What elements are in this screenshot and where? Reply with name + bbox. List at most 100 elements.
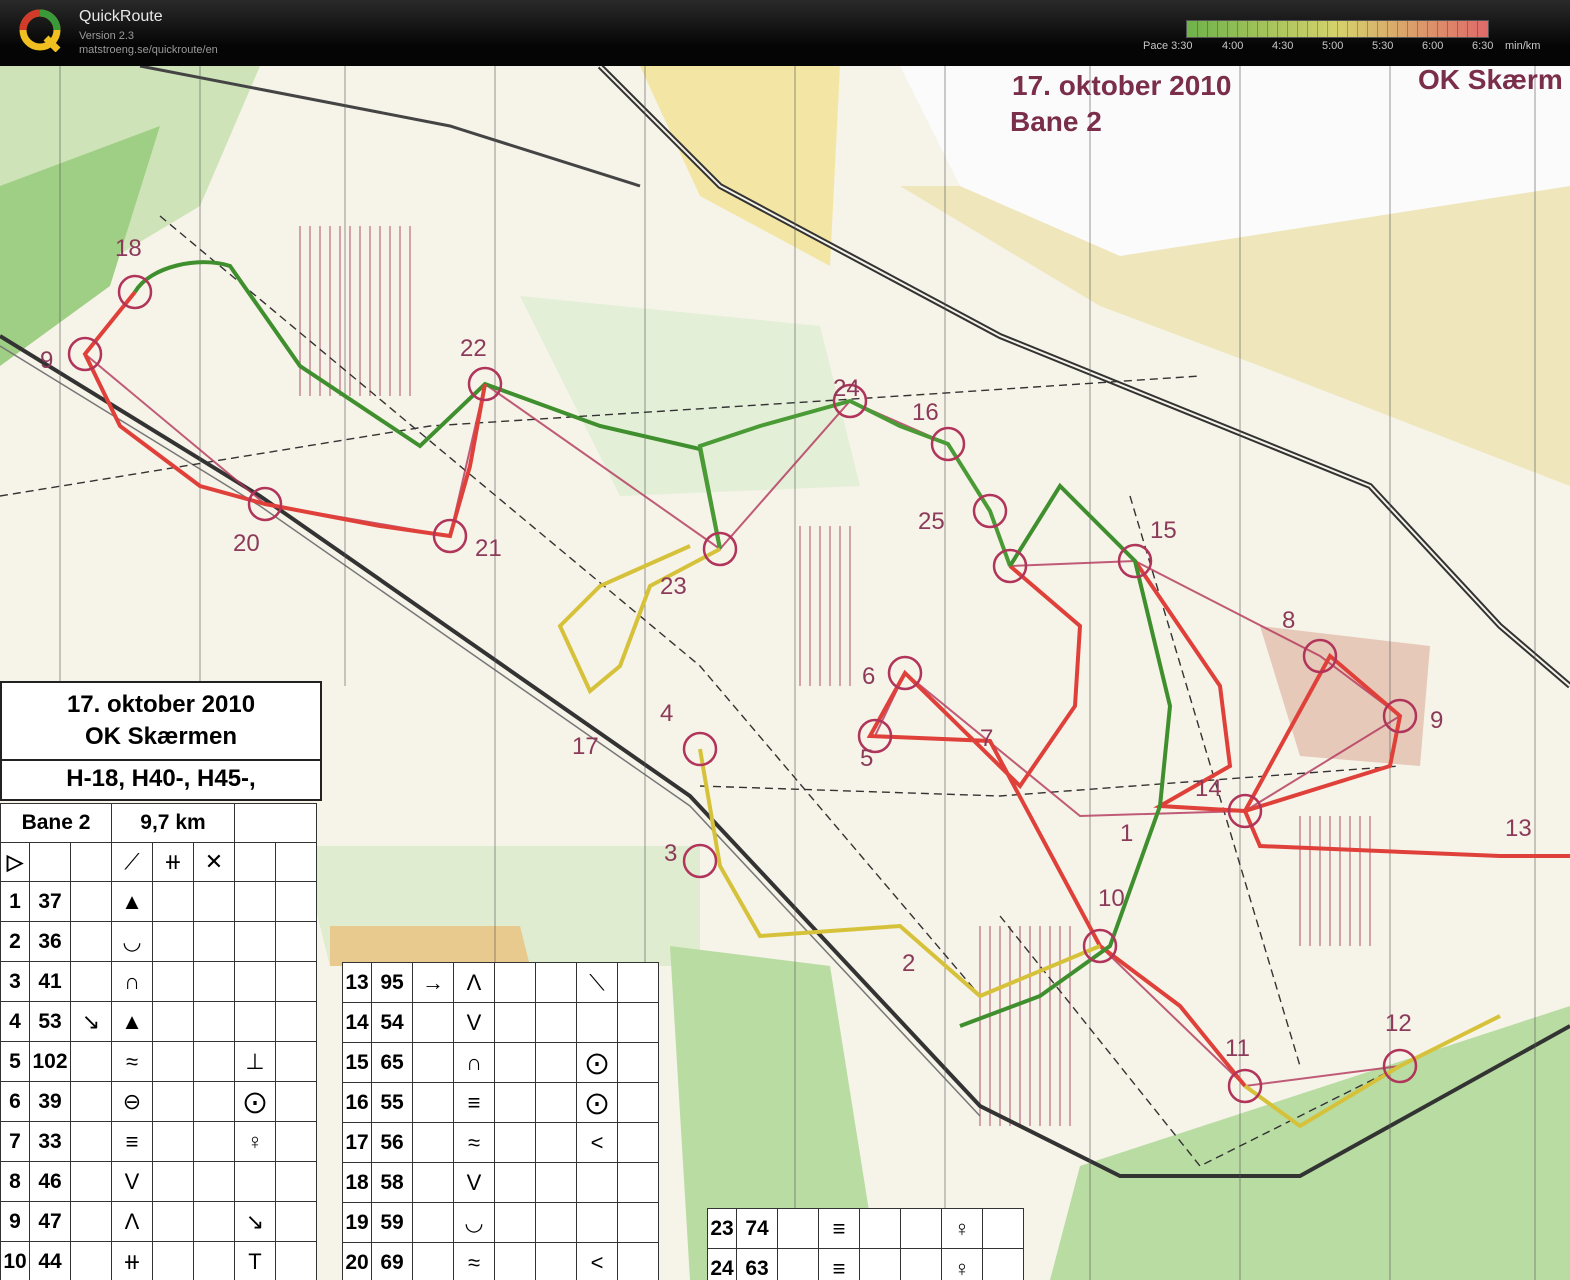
empty-cell [275,921,317,962]
orienteering-map[interactable]: 18 9 22 24 16 20 21 23 25 15 8 6 5 4 17 … [0,66,1570,1280]
pace-scale-divider [1407,21,1408,37]
control-number: 9 [1430,707,1443,734]
empty-cell [617,962,659,1003]
empty-cell [193,881,235,922]
control-code: 63 [736,1248,778,1280]
empty-cell [900,1208,942,1249]
event-classes: H-18, H40-, H45-, [2,759,320,795]
empty-cell [275,1201,317,1242]
control-feature-symbol: ≈ [111,1041,153,1082]
pace-scale-divider [1297,21,1298,37]
control-code: 47 [29,1201,71,1242]
empty-cell [535,1042,577,1083]
control-number: 1 [1120,820,1133,847]
pace-scale-divider [1417,21,1418,37]
pace-label: 4:00 [1222,40,1244,52]
pace-color-scale [1186,20,1489,38]
control-feature-symbol: ∩ [453,1042,495,1083]
control-order: 9 [0,1201,30,1242]
empty-cell [494,1202,536,1243]
empty-cell [152,1161,194,1202]
control-order: 15 [342,1042,372,1083]
control-feature-symbol: ▲ [111,881,153,922]
empty-cell [152,1041,194,1082]
event-info-card: 17. oktober 2010 OK Skærmen H-18, H40-, … [0,681,322,801]
empty-cell [275,1081,317,1122]
start-triangle-icon: ▷ [0,842,30,882]
control-code: 102 [29,1041,71,1082]
empty-cell [494,1162,536,1203]
pace-label: 5:30 [1372,40,1394,52]
control-code: 39 [29,1081,71,1122]
control-number: 6 [862,663,875,690]
pace-scale-divider [1277,21,1278,37]
empty-cell [617,1002,659,1043]
control-direction [70,1121,112,1162]
control-feature-symbol: ≡ [111,1121,153,1162]
empty-cell [494,962,536,1003]
control-code: 36 [29,921,71,962]
pace-scale-divider [1447,21,1448,37]
control-location-symbol [234,1161,276,1202]
control-number: 8 [1282,607,1295,634]
control-code: 74 [736,1208,778,1249]
control-direction [412,1122,454,1163]
control-location-symbol: < [576,1122,618,1163]
control-row: 6 39 ⊖ ⨀ [0,1081,317,1122]
empty-cell [152,1241,194,1280]
control-location-symbol: ♀ [941,1208,983,1249]
control-code: 69 [371,1242,413,1280]
control-code: 59 [371,1202,413,1243]
empty-cell [494,1042,536,1083]
path-symbol-icon: ⟋ [111,842,153,882]
empty-cell [494,1242,536,1280]
empty-cell [152,1001,194,1042]
control-feature-symbol: ≡ [818,1208,860,1249]
pace-scale-divider [1217,21,1218,37]
event-club: OK Skærmen [84,723,238,750]
empty-cell [494,1082,536,1123]
control-row: 4 53 ↘ ▲ [0,1001,317,1042]
empty-cell [193,1241,235,1280]
control-code: 58 [371,1162,413,1203]
empty-cell [193,1161,235,1202]
control-location-symbol: T [234,1241,276,1280]
control-row: 9 47 Λ ↘ [0,1201,317,1242]
control-order: 17 [342,1122,372,1163]
control-direction [70,1041,112,1082]
empty-cell [859,1248,901,1280]
control-row: 18 58 V [342,1162,659,1203]
control-direction [70,1241,112,1280]
control-description-table-2: 13 95 → Λ ⟍ 14 54 V 15 65 ∩ ⨀ 16 55 ≡ ⨀ 17 56 ≈ <18 58 V 19 59 ◡… [342,962,659,1280]
control-feature-symbol: ∩ [111,961,153,1002]
pace-label: 5:00 [1322,40,1344,52]
control-row: 1 37 ▲ [0,881,317,922]
empty-cell [275,1041,317,1082]
control-feature-symbol: ⊖ [111,1081,153,1122]
control-location-symbol [234,1001,276,1042]
empty-cell [152,881,194,922]
control-location-symbol [576,1002,618,1043]
control-direction [412,1042,454,1083]
control-direction [70,1201,112,1242]
control-number: 17 [572,733,599,760]
event-date: 17. oktober 2010 [66,691,256,718]
control-location-symbol: ⊥ [234,1041,276,1082]
control-direction [70,1081,112,1122]
control-location-symbol: ⨀ [576,1082,618,1123]
control-order: 6 [0,1081,30,1122]
empty-cell [494,1122,536,1163]
control-location-symbol: ♀ [941,1248,983,1280]
control-direction [412,1202,454,1243]
control-order: 20 [342,1242,372,1280]
control-code: 65 [371,1042,413,1083]
control-row: 8 46 V [0,1161,317,1202]
empty-cell [982,1208,1024,1249]
control-number: 22 [460,335,487,362]
control-code: 33 [29,1121,71,1162]
empty-cell [617,1122,659,1163]
pace-scale-divider [1387,21,1388,37]
control-direction [412,1162,454,1203]
control-number: 10 [1098,885,1125,912]
control-number: 11 [1225,1035,1250,1062]
